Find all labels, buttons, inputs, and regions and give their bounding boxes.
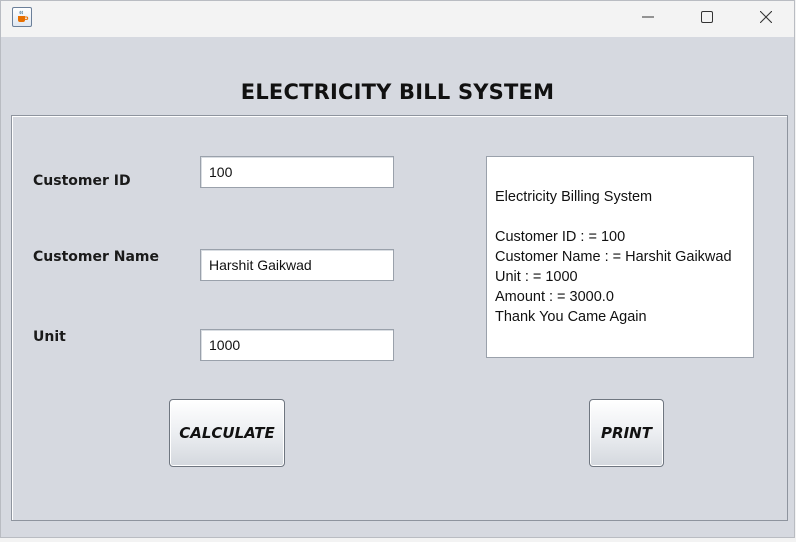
bill-output-area[interactable]: Electricity Billing System Customer ID :… — [486, 156, 754, 358]
print-button[interactable]: PRINT — [589, 399, 664, 467]
minimize-button[interactable] — [625, 1, 671, 33]
bill-line: Customer ID : = 100 — [495, 229, 626, 245]
calculate-button[interactable]: CALCULATE — [169, 399, 285, 467]
page-title: ELECTRICITY BILL SYSTEM — [240, 80, 555, 104]
close-button[interactable] — [743, 1, 789, 33]
customer-name-input[interactable] — [200, 249, 394, 281]
unit-input[interactable] — [200, 329, 394, 361]
customer-id-input[interactable] — [200, 156, 394, 188]
title-bar[interactable] — [1, 1, 794, 37]
maximize-button[interactable] — [684, 1, 730, 33]
minimize-icon — [642, 16, 654, 18]
maximize-icon — [701, 11, 713, 23]
bill-line: Electricity Billing System — [495, 189, 653, 205]
customer-id-label: Customer ID — [33, 173, 131, 189]
close-icon — [760, 11, 772, 23]
bill-line: Amount : = 3000.0 — [495, 289, 614, 305]
unit-label: Unit — [33, 329, 66, 345]
java-cup-icon — [12, 7, 32, 27]
bill-line — [495, 207, 745, 227]
customer-name-label: Customer Name — [33, 249, 159, 265]
bill-line: Thank You Came Again — [495, 309, 647, 325]
bill-line: Customer Name : = Harshit Gaikwad — [495, 249, 732, 265]
bill-line: Unit : = 1000 — [495, 269, 578, 285]
app-window: ELECTRICITY BILL SYSTEM Customer ID Cust… — [0, 0, 795, 538]
